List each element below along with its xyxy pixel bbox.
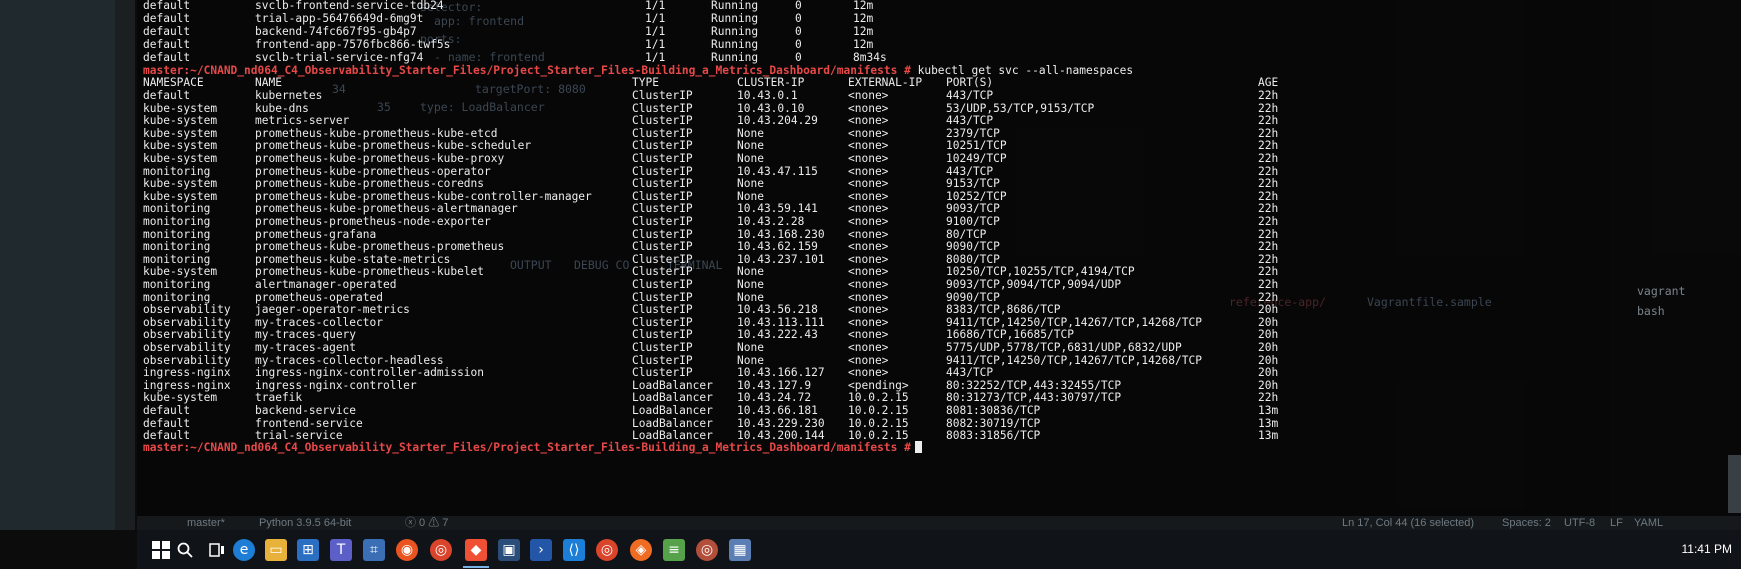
terminal-cursor [914,441,922,453]
chrome-dev-icon[interactable]: ◎ [696,539,718,561]
file-explorer-icon[interactable]: ▭ [265,539,287,561]
remote-desktop-icon[interactable]: ▣ [498,539,520,561]
ghost-yaml-line: app: frontend [434,14,525,28]
command-line[interactable]: master:~/CNAND_nd064_C4_Observability_St… [143,441,922,455]
ubuntu-icon[interactable]: ◉ [396,539,418,561]
editor-activity-bar [115,0,135,530]
notepad-icon[interactable]: ≡ [663,539,685,561]
status-eol[interactable]: LF [1610,516,1623,530]
ghost-yaml-line: - name: frontend [434,50,545,64]
terminal-window[interactable]: selector: app: frontend ports: - name: f… [137,0,1741,516]
status-language[interactable]: YAML [1634,516,1663,530]
status-problems[interactable]: ⓧ 0 ⚠ 7 [405,516,448,530]
powershell-icon[interactable]: › [530,539,552,561]
taskbar: e ▭ ⊞ T ⌗ ◉ ◎ ◆ ▣ › ⟨⟩ ◎ ◈ ≡ ◎ ▦ 11:41 P… [137,530,1741,569]
windows-start-icon[interactable] [150,539,172,561]
ghost-yaml-line: type: LoadBalancer [420,100,545,114]
ghost-yaml-line: targetPort: 8080 [475,82,586,96]
status-python[interactable]: Python 3.9.5 64-bit [259,516,351,530]
edge-icon[interactable]: e [233,539,255,561]
network-icon[interactable]: ⌗ [363,539,385,561]
git-icon[interactable]: ◆ [465,539,487,561]
virtualbox-icon[interactable]: ▦ [729,539,751,561]
vscode-icon[interactable]: ⟨⟩ [563,539,585,561]
editor-scrollbar[interactable] [1728,455,1741,513]
status-bar: master* Python 3.9.5 64-bit ⓧ 0 ⚠ 7 Ln 1… [137,516,1741,530]
ghost-line-number: 34 [332,82,346,96]
teams-icon[interactable]: T [330,539,352,561]
status-branch[interactable]: master* [187,516,225,530]
ghost-right-item: vagrant [1637,284,1686,298]
task-view-icon[interactable] [206,539,228,561]
taskbar-clock[interactable]: 11:41 PM [1682,542,1732,556]
ghost-panel-file: Vagrantfile.sample [1367,295,1492,309]
search-icon[interactable] [174,539,196,561]
status-position[interactable]: Ln 17, Col 44 (16 selected) [1342,516,1474,530]
status-encoding[interactable]: UTF-8 [1564,516,1595,530]
chrome-icon[interactable]: ◎ [596,539,618,561]
store-icon[interactable]: ⊞ [297,539,319,561]
desktop-background [0,0,135,530]
status-spaces[interactable]: Spaces: 2 [1502,516,1551,530]
ghost-line-number: 35 [377,100,391,114]
ghost-panel-tab: DEBUG CO [574,258,630,272]
shell-prompt: master:~/CNAND_nd064_C4_Observability_St… [143,441,911,454]
ghost-right-item: bash [1637,304,1665,318]
brave-icon[interactable]: ◈ [630,539,652,561]
chrome-icon[interactable]: ◎ [430,539,452,561]
active-indicator [463,566,489,568]
ghost-panel-tab: OUTPUT [510,258,552,272]
